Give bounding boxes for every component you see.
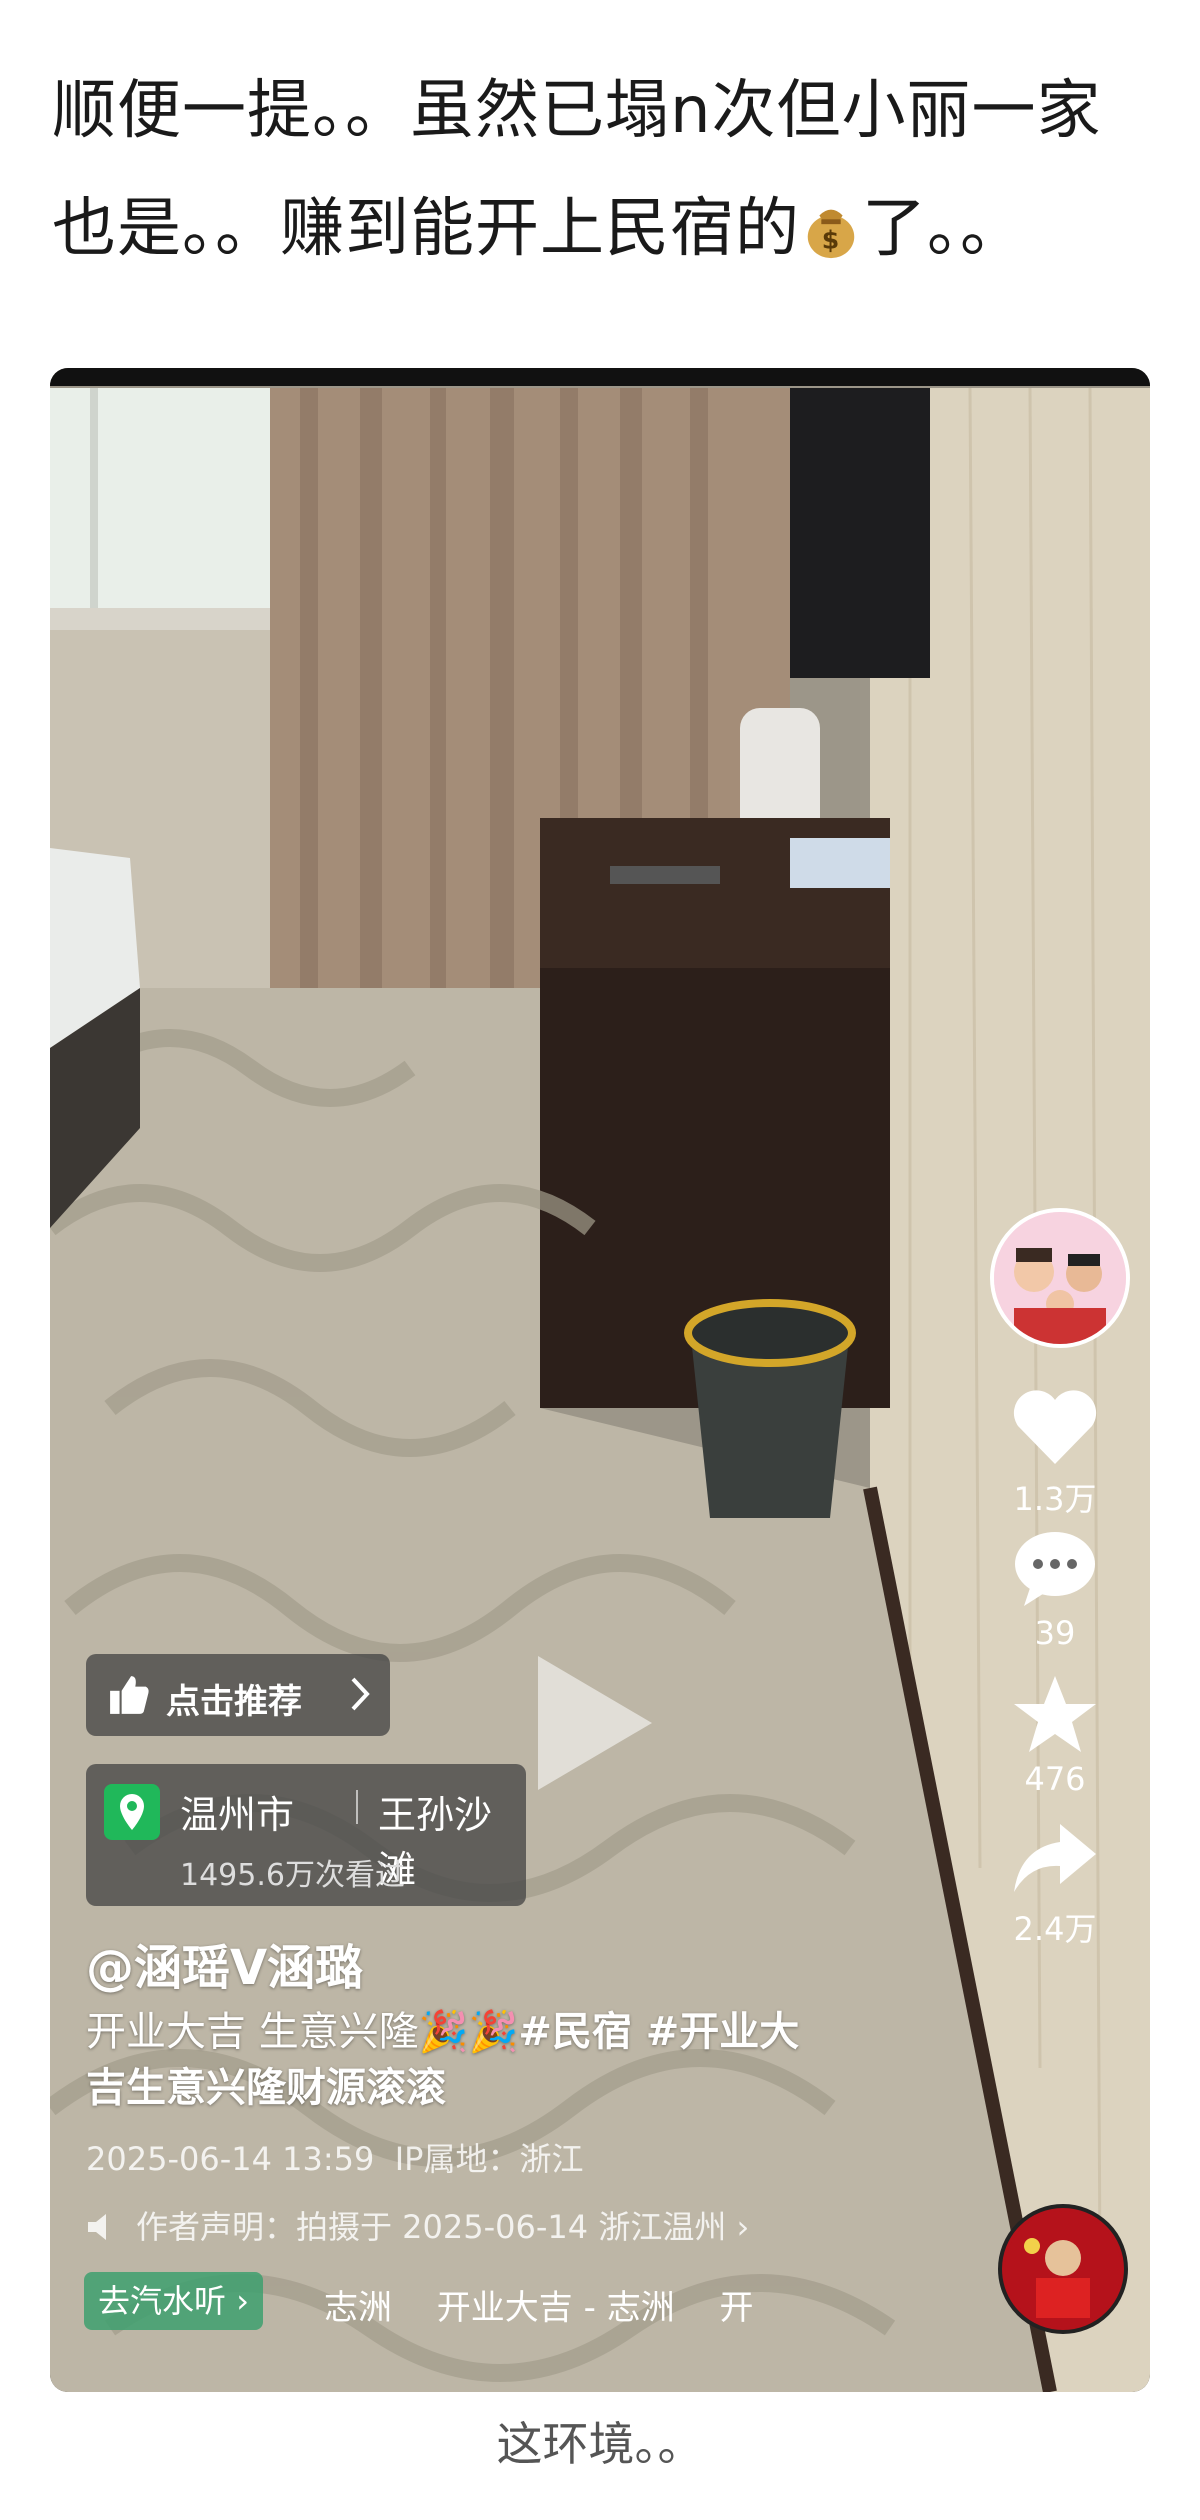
location-city: 温州市 — [180, 1793, 295, 1837]
video-caption: 开业大吉 生意兴隆🎉🎉#民宿 #开业大 吉生意兴隆财源滚滚 — [86, 2004, 866, 2116]
party-popper-icon: 🎉🎉 — [418, 2009, 519, 2055]
comment-count: 39 — [1034, 1614, 1076, 1652]
favorite-button[interactable]: 476 — [980, 1674, 1130, 1798]
speaker-icon — [88, 2214, 106, 2240]
music-row: 去汽水听 › 志洲 开业大吉 - 志洲 开 — [84, 2272, 844, 2334]
heart-icon — [1013, 1390, 1097, 1464]
post-line-2: 也是。。赚到能开上民宿的 $ 了。。 — [52, 192, 1025, 266]
chevron-right-icon — [351, 1677, 370, 1711]
thumbs-up-icon — [110, 1676, 149, 1714]
author-disclaimer[interactable]: 作者声明：拍摄于 2025-06-14 浙江温州 › — [86, 2202, 749, 2248]
caption-tags-1[interactable]: #民宿 #开业大 — [518, 2009, 799, 2055]
author-avatar[interactable] — [990, 1208, 1130, 1348]
play-icon[interactable] — [530, 1648, 660, 1798]
music-disc-icon[interactable] — [998, 2204, 1128, 2334]
timestamp: 2025-06-14 13:59 — [86, 2140, 375, 2178]
location-divider — [356, 1790, 358, 1824]
share-button[interactable]: 2.4万 — [980, 1818, 1130, 1950]
post-line-1: 顺便一提。。虽然已塌n次但小丽一家 — [52, 74, 1102, 148]
post-text: 顺便一提。。虽然已塌n次但小丽一家 也是。。赚到能开上民宿的 $ 了。。 — [52, 52, 1152, 288]
share-arrow-icon — [1014, 1824, 1096, 1892]
money-bag-icon: $ — [807, 209, 855, 259]
location-views: 1495.6万次看过 — [180, 1858, 405, 1893]
bottom-caption: 这环境。。 — [496, 2417, 704, 2471]
location-pin-icon — [104, 1784, 160, 1840]
favorite-count: 476 — [1024, 1760, 1086, 1798]
share-count: 2.4万 — [1013, 1910, 1097, 1948]
star-icon — [1014, 1676, 1096, 1752]
caption-tags-2[interactable]: 吉生意兴隆财源滚滚 — [86, 2065, 446, 2111]
like-button[interactable]: 1.3万 — [980, 1388, 1130, 1520]
ip-location: IP属地：浙江 — [394, 2140, 584, 2178]
caption-text: 开业大吉 生意兴隆 — [86, 2009, 419, 2055]
svg-text:$: $ — [822, 225, 840, 254]
video-player[interactable]: 点击推荐 温州市 王孙沙滩 1495.6万次看过 @涵瑶V涵璐 开业大吉 生意兴… — [50, 368, 1150, 2392]
music-track-name: 志洲 开业大吉 - 志洲 开 — [324, 2288, 754, 2328]
music-button[interactable]: 去汽水听 › — [84, 2272, 263, 2330]
recommend-label: 点击推荐 — [166, 1682, 302, 1722]
recommend-button[interactable]: 点击推荐 — [86, 1654, 390, 1736]
location-tag[interactable]: 温州市 王孙沙滩 1495.6万次看过 — [86, 1764, 526, 1906]
post-meta: 2025-06-14 13:59 IP属地：浙江 — [86, 2134, 583, 2180]
comment-icon — [1015, 1532, 1095, 1606]
like-count: 1.3万 — [1013, 1480, 1097, 1518]
comment-button[interactable]: 39 — [980, 1528, 1130, 1652]
author-name[interactable]: @涵瑶V涵璐 — [86, 1928, 363, 1998]
